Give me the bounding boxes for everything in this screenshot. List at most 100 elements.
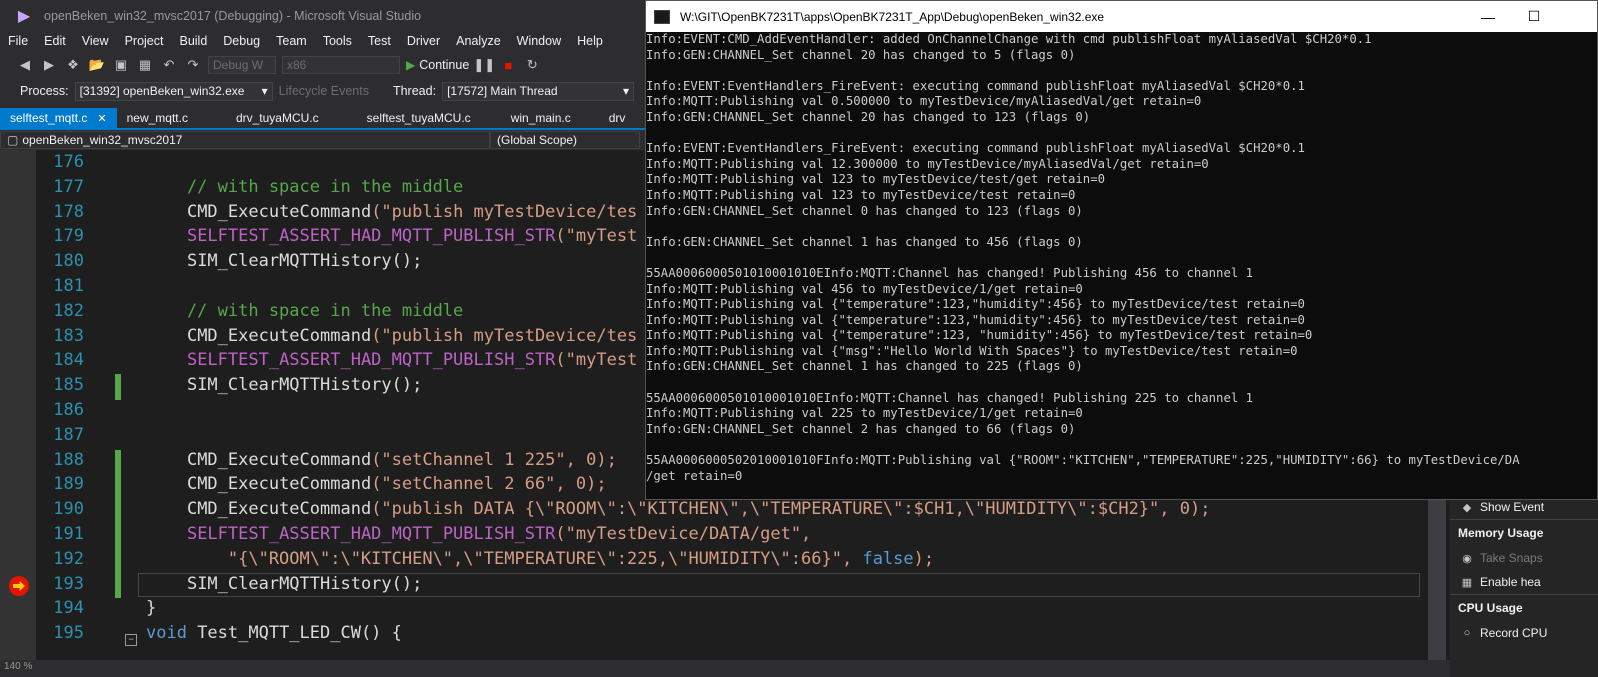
thread-select[interactable]: [17572] Main Thread ▾	[442, 81, 635, 101]
menu-build[interactable]: Build	[171, 34, 215, 48]
console-line: Info:MQTT:Publishing val 12.300000 to my…	[646, 156, 1209, 171]
code-text: // with space in the middle	[146, 176, 464, 197]
zoom-level[interactable]: 140 %	[4, 661, 32, 672]
close-icon[interactable]: ✕	[97, 112, 106, 125]
line-number: 184	[53, 350, 84, 371]
record-cpu-button[interactable]: ○ Record CPU	[1450, 621, 1598, 645]
menu-team[interactable]: Team	[268, 34, 315, 48]
console-line: Info:EVENT:EventHandlers_FireEvent: exec…	[646, 141, 1305, 156]
minimize-icon[interactable]: —	[1465, 1, 1511, 32]
restart-icon[interactable]: ↻	[523, 56, 541, 74]
line-number: 193	[53, 573, 84, 594]
pause-icon[interactable]: ❚❚	[473, 56, 495, 74]
code-line[interactable]: 191 SELFTEST_ASSERT_HAD_MQTT_PUBLISH_STR…	[36, 522, 1450, 547]
record-icon: ○	[1463, 627, 1471, 639]
code-text: }	[146, 598, 157, 619]
chevron-down-icon: ▾	[261, 84, 268, 98]
code-text: CMD_ExecuteCommand("setChannel 2 66", 0)…	[186, 474, 607, 495]
memory-usage-header: Memory Usage	[1450, 519, 1598, 546]
events-icon: ◆	[1462, 501, 1472, 514]
code-line[interactable]: 190 CMD_ExecuteCommand("publish DATA {\"…	[36, 497, 1450, 522]
line-number: 182	[53, 300, 84, 321]
console-line: Info:EVENT:CMD_AddEventHandler: added On…	[646, 32, 1372, 46]
menu-view[interactable]: View	[74, 34, 117, 48]
editor-horizontal-scrollbar[interactable]: 140 %	[0, 660, 1450, 677]
current-statement-breakpoint-icon[interactable]	[9, 576, 29, 596]
line-number: 189	[53, 474, 84, 495]
process-select[interactable]: [31392] openBeken_win32.exe ▾	[74, 81, 273, 101]
navigation-bar: ▢ openBeken_win32_mvsc2017 (Global Scope…	[0, 130, 660, 150]
line-number: 179	[53, 226, 84, 247]
configuration-select[interactable]: Debug W	[208, 56, 276, 74]
console-window[interactable]: W:\GIT\OpenBK7231T\apps\OpenBK7231T_App\…	[645, 0, 1598, 500]
code-line[interactable]: 193 SIM_ClearMQTTHistory();	[36, 572, 1450, 597]
tab-selftest-tuyamcu[interactable]: selftest_tuyaMCU.c	[329, 108, 481, 128]
console-line: Info:GEN:CHANNEL_Set channel 0 has chang…	[646, 203, 1083, 218]
menu-project[interactable]: Project	[117, 34, 172, 48]
menu-help[interactable]: Help	[569, 34, 611, 48]
console-line: Info:EVENT:EventHandlers_FireEvent: exec…	[646, 78, 1305, 93]
menu-window[interactable]: Window	[509, 34, 569, 48]
project-select[interactable]: ▢ openBeken_win32_mvsc2017	[0, 131, 490, 149]
menu-debug[interactable]: Debug	[215, 34, 268, 48]
code-text: // with space in the middle	[146, 300, 464, 321]
save-all-icon[interactable]: ▦	[136, 56, 154, 74]
console-line: Info:GEN:CHANNEL_Set channel 20 has chan…	[646, 47, 1076, 62]
menu-driver[interactable]: Driver	[399, 34, 448, 48]
enable-heap-label: Enable hea	[1480, 575, 1541, 589]
line-number: 192	[53, 548, 84, 569]
save-icon[interactable]: ▣	[112, 56, 130, 74]
enable-heap-button[interactable]: ▦ Enable hea	[1450, 570, 1598, 594]
line-number: 191	[53, 524, 84, 544]
lifecycle-events-button[interactable]: Lifecycle Events	[279, 84, 369, 98]
open-file-icon[interactable]: 📂	[88, 56, 106, 74]
redo-icon[interactable]: ↷	[184, 56, 202, 74]
take-snapshot-label: Take Snaps	[1480, 551, 1543, 565]
console-line: Info:MQTT:Publishing val 456 to myTestDe…	[646, 281, 1083, 296]
code-line[interactable]: 194}	[36, 596, 1450, 621]
menu-tools[interactable]: Tools	[315, 34, 360, 48]
back-icon[interactable]: ◀	[16, 56, 34, 74]
console-line: Info:MQTT:Publishing val 123 to myTestDe…	[646, 172, 1106, 187]
code-text: void Test_MQTT_LED_CW() {	[146, 623, 402, 644]
document-tabs: selftest_mqtt.c ✕ new_mqtt.c drv_tuyaMCU…	[0, 108, 660, 128]
console-line: Info:GEN:CHANNEL_Set channel 1 has chang…	[646, 234, 1083, 249]
new-project-icon[interactable]: ❖	[64, 56, 82, 74]
maximize-icon[interactable]: ☐	[1511, 1, 1557, 32]
tab-drv[interactable]: drv	[581, 108, 636, 128]
tab-selftest-mqtt[interactable]: selftest_mqtt.c ✕	[0, 108, 117, 128]
line-number: 181	[53, 276, 84, 296]
code-line[interactable]: 192 "{\"ROOM\":\"KITCHEN\",\"TEMPERATURE…	[36, 547, 1450, 572]
line-number: 185	[53, 375, 84, 396]
take-snapshot-button[interactable]: ◉ Take Snaps	[1450, 546, 1598, 570]
forward-icon[interactable]: ▶	[40, 56, 58, 74]
console-line: Info:MQTT:Publishing val {"temperature":…	[646, 328, 1313, 343]
line-number: 180	[53, 251, 84, 272]
continue-button[interactable]: ▶ Continue	[406, 58, 469, 72]
process-value: [31392] openBeken_win32.exe	[79, 84, 245, 98]
undo-icon[interactable]: ↶	[160, 56, 178, 74]
menu-file[interactable]: File	[0, 34, 36, 48]
tab-new-mqtt[interactable]: new_mqtt.c	[117, 108, 198, 128]
console-line: Info:MQTT:Publishing val 123 to myTestDe…	[646, 187, 1076, 202]
menu-test[interactable]: Test	[360, 34, 399, 48]
line-number: 195	[53, 623, 84, 644]
console-line: 55AA0006000502010001010FInfo:MQTT:Publis…	[646, 453, 1520, 468]
tab-drv-tuyamcu[interactable]: drv_tuyaMCU.c	[198, 108, 329, 128]
line-number: 188	[53, 449, 84, 470]
tab-win-main[interactable]: win_main.c	[481, 108, 581, 128]
project-name: openBeken_win32_mvsc2017	[22, 133, 183, 147]
line-number: 194	[53, 598, 84, 619]
platform-select[interactable]: x86	[282, 56, 400, 74]
console-line: 55AA0006000501010001010EInfo:MQTT:Channe…	[646, 265, 1254, 280]
menu-edit[interactable]: Edit	[36, 34, 74, 48]
code-line[interactable]: 195 void Test_MQTT_LED_CW() {	[36, 621, 1450, 646]
stop-icon[interactable]: ■	[499, 56, 517, 74]
code-text: CMD_ExecuteCommand("publish myTestDevice…	[186, 325, 638, 346]
console-title-bar[interactable]: W:\GIT\OpenBK7231T\apps\OpenBK7231T_App\…	[646, 1, 1597, 32]
scope-select[interactable]: (Global Scope)	[490, 131, 640, 149]
menu-analyze[interactable]: Analyze	[448, 34, 508, 48]
